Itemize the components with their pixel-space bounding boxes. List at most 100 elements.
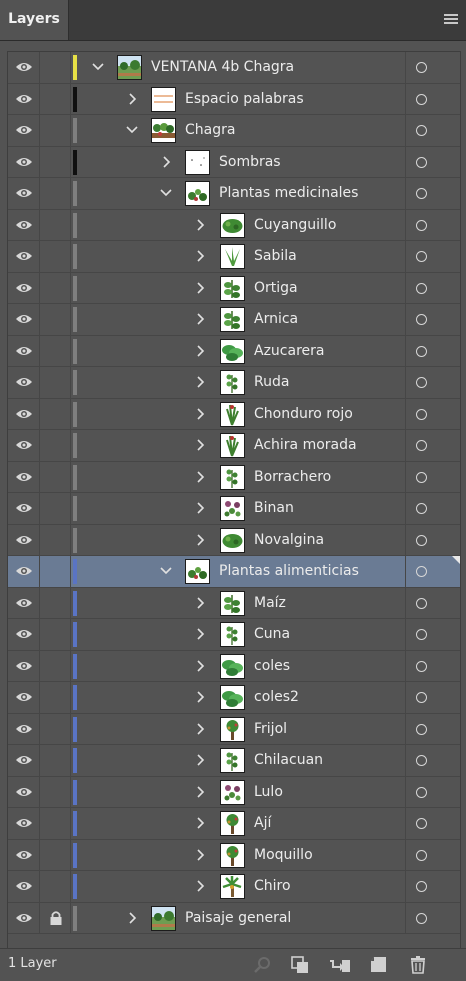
layer-name[interactable]: Borrachero bbox=[254, 462, 331, 493]
lock-toggle[interactable] bbox=[40, 745, 71, 776]
layer-name[interactable]: Espacio palabras bbox=[185, 84, 304, 115]
target-circle-icon[interactable] bbox=[416, 93, 427, 105]
lock-toggle[interactable] bbox=[40, 619, 71, 650]
trash-icon[interactable] bbox=[408, 955, 428, 975]
layer-name[interactable]: Paisaje general bbox=[185, 903, 291, 934]
chevron-right-icon[interactable] bbox=[194, 533, 206, 546]
layer-row[interactable]: Chagra bbox=[8, 115, 460, 147]
layer-row[interactable]: Cuyanguillo bbox=[8, 209, 460, 241]
layer-row[interactable]: Chilacuan bbox=[8, 745, 460, 777]
lock-toggle[interactable] bbox=[40, 808, 71, 839]
visibility-toggle[interactable] bbox=[8, 776, 40, 807]
target-circle-icon[interactable] bbox=[416, 503, 427, 514]
lock-toggle[interactable] bbox=[40, 776, 71, 807]
layer-row[interactable]: Cuna bbox=[8, 619, 460, 651]
layer-name[interactable]: coles bbox=[254, 651, 290, 682]
visibility-toggle[interactable] bbox=[8, 272, 40, 303]
visibility-toggle[interactable] bbox=[8, 682, 40, 713]
target-circle-icon[interactable] bbox=[416, 219, 427, 231]
target-circle-icon[interactable] bbox=[416, 345, 427, 357]
target-circle-icon[interactable] bbox=[416, 786, 427, 798]
layer-name[interactable]: coles2 bbox=[254, 682, 299, 713]
lock-toggle[interactable] bbox=[40, 367, 71, 398]
layer-row[interactable]: Plantas medicinales bbox=[8, 178, 460, 210]
lock-toggle[interactable] bbox=[40, 178, 71, 209]
chevron-right-icon[interactable] bbox=[160, 155, 172, 168]
layer-row[interactable]: Moquillo bbox=[8, 839, 460, 871]
layer-row[interactable]: Sabila bbox=[8, 241, 460, 273]
layer-row[interactable]: VENTANA 4b Chagra bbox=[8, 52, 460, 84]
chevron-right-icon[interactable] bbox=[194, 659, 206, 672]
lock-toggle[interactable] bbox=[40, 713, 71, 744]
chevron-right-icon[interactable] bbox=[194, 691, 206, 703]
target-circle-icon[interactable] bbox=[416, 377, 427, 388]
clipping-mask-icon[interactable] bbox=[290, 955, 310, 975]
chevron-right-icon[interactable] bbox=[194, 596, 206, 609]
layer-name[interactable]: Sombras bbox=[219, 147, 281, 178]
lock-toggle[interactable] bbox=[40, 304, 71, 335]
layer-name[interactable]: Novalgina bbox=[254, 525, 324, 556]
chevron-right-icon[interactable] bbox=[194, 848, 206, 861]
layer-row[interactable]: Ají bbox=[8, 808, 460, 840]
layer-row[interactable]: Plantas alimenticias bbox=[8, 556, 460, 588]
layer-name[interactable]: Azucarera bbox=[254, 336, 324, 367]
target-circle-icon[interactable] bbox=[416, 282, 427, 294]
layer-name[interactable]: Binan bbox=[254, 493, 294, 524]
chevron-right-icon[interactable] bbox=[194, 376, 206, 388]
layer-row[interactable]: Ortiga bbox=[8, 272, 460, 304]
visibility-toggle[interactable] bbox=[8, 52, 40, 83]
chevron-right-icon[interactable] bbox=[126, 911, 138, 924]
visibility-toggle[interactable] bbox=[8, 304, 40, 335]
layer-row[interactable]: Azucarera bbox=[8, 335, 460, 367]
target-circle-icon[interactable] bbox=[416, 597, 427, 609]
layer-row[interactable]: Lulo bbox=[8, 776, 460, 808]
layer-name[interactable]: Ruda bbox=[254, 367, 289, 398]
target-circle-icon[interactable] bbox=[416, 849, 427, 861]
layer-name[interactable]: Cuna bbox=[254, 619, 290, 650]
chevron-right-icon[interactable] bbox=[194, 880, 206, 892]
lock-toggle[interactable] bbox=[40, 682, 71, 713]
chevron-right-icon[interactable] bbox=[194, 754, 206, 766]
lock-toggle[interactable] bbox=[40, 524, 71, 555]
layer-row[interactable]: Binan bbox=[8, 493, 460, 525]
layer-name[interactable]: Chiro bbox=[254, 871, 291, 902]
panel-menu-icon[interactable] bbox=[444, 14, 458, 26]
layer-row[interactable]: Paisaje general bbox=[8, 902, 460, 934]
lock-toggle[interactable] bbox=[40, 241, 71, 272]
chevron-right-icon[interactable] bbox=[194, 281, 206, 294]
lock-toggle[interactable] bbox=[40, 398, 71, 429]
layer-row[interactable]: Maíz bbox=[8, 587, 460, 619]
layer-name[interactable]: Sabila bbox=[254, 241, 297, 272]
lock-toggle[interactable] bbox=[40, 839, 71, 870]
visibility-toggle[interactable] bbox=[8, 650, 40, 681]
visibility-toggle[interactable] bbox=[8, 367, 40, 398]
visibility-toggle[interactable] bbox=[8, 398, 40, 429]
chevron-right-icon[interactable] bbox=[194, 785, 206, 798]
visibility-toggle[interactable] bbox=[8, 871, 40, 902]
target-circle-icon[interactable] bbox=[416, 62, 427, 73]
target-circle-icon[interactable] bbox=[416, 408, 427, 420]
lock-toggle[interactable] bbox=[40, 335, 71, 366]
target-circle-icon[interactable] bbox=[416, 251, 427, 262]
layer-name[interactable]: Achira morada bbox=[254, 430, 357, 461]
layer-name[interactable]: Plantas medicinales bbox=[219, 178, 358, 209]
lock-toggle[interactable] bbox=[40, 871, 71, 902]
visibility-toggle[interactable] bbox=[8, 115, 40, 146]
layer-name[interactable]: Plantas alimenticias bbox=[219, 556, 359, 587]
visibility-toggle[interactable] bbox=[8, 178, 40, 209]
visibility-toggle[interactable] bbox=[8, 587, 40, 618]
new-sublayer-icon[interactable] bbox=[329, 955, 350, 975]
chevron-right-icon[interactable] bbox=[194, 313, 206, 325]
chevron-right-icon[interactable] bbox=[194, 470, 206, 483]
target-circle-icon[interactable] bbox=[416, 566, 427, 577]
visibility-toggle[interactable] bbox=[8, 461, 40, 492]
layer-row[interactable]: Arnica bbox=[8, 304, 460, 336]
layer-name[interactable]: Arnica bbox=[254, 304, 298, 335]
chevron-right-icon[interactable] bbox=[194, 722, 206, 735]
target-circle-icon[interactable] bbox=[416, 188, 427, 199]
chevron-down-icon[interactable] bbox=[92, 61, 104, 73]
lock-toggle[interactable] bbox=[40, 556, 71, 587]
layer-row[interactable]: Frijol bbox=[8, 713, 460, 745]
target-circle-icon[interactable] bbox=[416, 692, 427, 703]
chevron-right-icon[interactable] bbox=[194, 439, 206, 451]
